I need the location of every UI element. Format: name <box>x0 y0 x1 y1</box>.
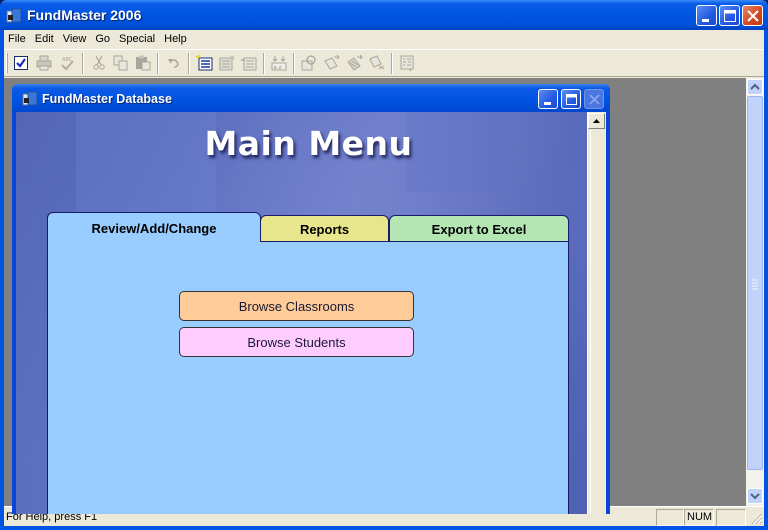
menu-help[interactable]: Help <box>160 30 192 45</box>
sort-az-icon[interactable]: a z <box>270 54 288 72</box>
tab-review-add-change[interactable]: Review/Add/Change <box>47 212 261 242</box>
remove-filter-icon[interactable] <box>346 54 364 72</box>
new-record-icon[interactable] <box>196 54 214 72</box>
toolbar-separator <box>263 53 265 74</box>
apply-filter-icon[interactable] <box>323 54 341 72</box>
triangle-up-icon <box>593 119 600 123</box>
close-icon <box>589 94 600 105</box>
database-icon <box>22 91 38 106</box>
child-maximize-button[interactable] <box>561 89 581 109</box>
browse-classrooms-button[interactable]: Browse Classrooms <box>179 291 414 321</box>
page-title: Main Menu <box>204 124 413 163</box>
scroll-down-button[interactable] <box>747 488 763 504</box>
print-icon[interactable] <box>35 54 53 72</box>
browse-students-button[interactable]: Browse Students <box>179 327 414 357</box>
status-pane-scroll <box>716 509 746 526</box>
toolbar-separator <box>157 53 159 74</box>
menu-go[interactable]: Go <box>91 30 115 45</box>
status-pane-caps <box>656 509 684 526</box>
form-vertical-scrollbar[interactable] <box>587 112 606 514</box>
chevron-down-icon <box>750 493 760 500</box>
paste-icon[interactable] <box>134 54 152 72</box>
filter-icon[interactable] <box>300 54 318 72</box>
report-icon[interactable] <box>398 54 416 72</box>
app-icon <box>6 8 22 23</box>
resize-grip-icon[interactable] <box>749 511 763 525</box>
menu-edit[interactable]: Edit <box>31 30 59 45</box>
tab-divider <box>260 241 569 242</box>
minimize-icon <box>544 102 551 105</box>
app-window: FundMaster 2006 File Edit View Go Special Hel… <box>0 0 768 530</box>
maximize-icon <box>724 10 736 22</box>
copy-icon[interactable] <box>112 54 130 72</box>
record-settings-icon[interactable] <box>218 54 236 72</box>
cut-icon[interactable] <box>90 54 108 72</box>
toolbar-grip[interactable] <box>6 53 8 73</box>
chevron-up-icon <box>750 83 760 90</box>
tab-reports[interactable]: Reports <box>260 215 389 242</box>
maximize-icon <box>566 94 577 105</box>
toolbar-separator <box>391 53 393 74</box>
database-window-title-bar[interactable]: FundMaster Database <box>12 84 610 112</box>
menu-file[interactable]: File <box>4 30 31 45</box>
minimize-button[interactable] <box>696 5 717 26</box>
child-close-button <box>584 89 604 109</box>
toolbar-separator <box>188 53 190 74</box>
close-button[interactable] <box>742 5 763 26</box>
database-window-title: FundMaster Database <box>42 92 172 106</box>
app-title-bar[interactable]: FundMaster 2006 <box>0 0 768 30</box>
undo-icon[interactable] <box>165 54 183 72</box>
toolbar-separator <box>82 53 84 74</box>
menu-view[interactable]: View <box>59 30 92 45</box>
database-window: FundMaster Database Main Menu Review/Add… <box>12 84 610 514</box>
clear-filter-icon[interactable] <box>368 54 386 72</box>
scroll-thumb[interactable] <box>747 96 763 470</box>
menu-bar: File Edit View Go Special Help <box>4 30 764 49</box>
checkbox-icon[interactable] <box>12 54 30 72</box>
toolbar-separator <box>293 53 295 74</box>
close-icon <box>747 10 759 22</box>
svg-text:a z: a z <box>274 65 282 71</box>
minimize-icon <box>702 19 709 22</box>
spellcheck-icon[interactable]: ABC <box>58 54 76 72</box>
database-window-body: Main Menu Review/Add/Change Reports Expo… <box>16 112 606 514</box>
tab-export-to-excel[interactable]: Export to Excel <box>389 215 569 242</box>
maximize-button[interactable] <box>719 5 740 26</box>
status-pane-num: NUM <box>684 509 714 526</box>
form-scroll-up-button[interactable] <box>588 113 605 129</box>
main-menu-form: Main Menu Review/Add/Change Reports Expo… <box>16 112 587 514</box>
app-title: FundMaster 2006 <box>27 7 142 23</box>
delete-record-icon[interactable] <box>240 54 258 72</box>
grip-lines-icon <box>752 279 758 290</box>
form-scroll-track[interactable] <box>590 130 604 514</box>
child-minimize-button[interactable] <box>538 89 558 109</box>
tab-panel-review-add-change: Browse Classrooms Browse Students <box>47 241 569 514</box>
menu-special[interactable]: Special <box>115 30 160 45</box>
vertical-scrollbar[interactable] <box>746 78 764 506</box>
scroll-up-button[interactable] <box>747 79 763 95</box>
toolbar: ABC a z <box>4 49 764 77</box>
